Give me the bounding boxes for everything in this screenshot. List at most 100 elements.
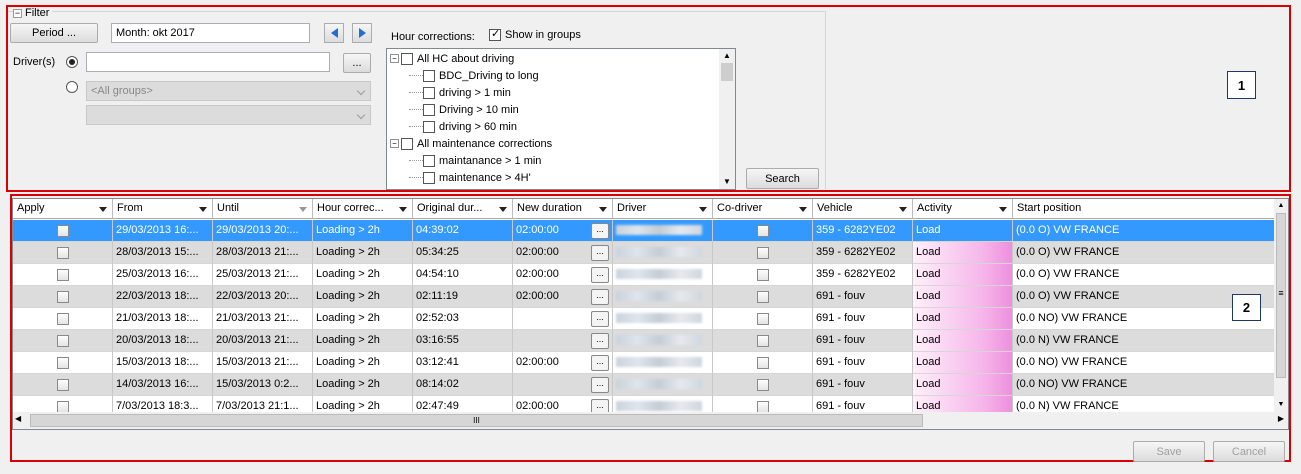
sort-dropdown-icon[interactable] bbox=[699, 207, 707, 212]
scroll-left-icon[interactable]: ◀ bbox=[15, 414, 21, 423]
tree-node-checkbox[interactable] bbox=[423, 86, 435, 99]
search-button[interactable]: Search bbox=[746, 168, 819, 189]
tree-node[interactable]: − All HC about driving bbox=[390, 50, 514, 67]
column-header[interactable]: Start position bbox=[1013, 199, 1275, 219]
scroll-down-icon[interactable]: ▼ bbox=[719, 175, 735, 189]
column-header[interactable]: Vehicle bbox=[813, 199, 913, 219]
scroll-up-icon[interactable]: ▲ bbox=[719, 49, 735, 63]
grid-horizontal-scrollbar[interactable]: ◀ III ▶ bbox=[13, 412, 1288, 429]
table-row[interactable]: 20/03/2013 18:... 20/03/2013 21:... Loadin… bbox=[13, 330, 1275, 352]
column-header[interactable]: Until bbox=[213, 199, 313, 219]
co-driver-checkbox[interactable] bbox=[756, 247, 769, 259]
column-header[interactable]: Original dur... bbox=[413, 199, 513, 219]
table-row[interactable]: 28/03/2013 15:... 28/03/2013 21:... Loadin… bbox=[13, 242, 1275, 264]
tree-vertical-scrollbar[interactable]: ▲ ▼ bbox=[719, 49, 735, 189]
grid-vscroll-thumb[interactable]: ≡ bbox=[1276, 213, 1286, 378]
group-radio[interactable] bbox=[66, 81, 78, 93]
tree-node[interactable]: driving > 1 min bbox=[409, 84, 511, 101]
sort-dropdown-icon[interactable] bbox=[99, 207, 107, 212]
driver-radio[interactable] bbox=[66, 56, 78, 68]
grid-hscroll-thumb[interactable]: III bbox=[30, 414, 923, 427]
apply-checkbox[interactable] bbox=[56, 379, 69, 391]
edit-duration-button[interactable]: ... bbox=[591, 355, 609, 371]
apply-checkbox[interactable] bbox=[56, 335, 69, 347]
tree-node-checkbox[interactable] bbox=[401, 137, 413, 150]
show-in-groups-toggle[interactable]: Show in groups bbox=[489, 27, 581, 41]
column-header[interactable]: From bbox=[113, 199, 213, 219]
tree-node[interactable]: Driving > 10 min bbox=[409, 101, 519, 118]
period-button[interactable]: Period ... bbox=[10, 23, 98, 43]
sort-dropdown-icon[interactable] bbox=[999, 207, 1007, 212]
column-header[interactable]: Hour correc... bbox=[313, 199, 413, 219]
table-row[interactable]: 15/03/2013 18:... 15/03/2013 21:... Loadin… bbox=[13, 352, 1275, 374]
tree-node-checkbox[interactable] bbox=[423, 120, 435, 133]
sort-dropdown-icon[interactable] bbox=[199, 207, 207, 212]
tree-node[interactable]: maintenance > 4H' bbox=[409, 169, 531, 186]
edit-duration-button[interactable]: ... bbox=[591, 333, 609, 349]
month-field[interactable]: Month: okt 2017 bbox=[111, 23, 310, 43]
tree-node[interactable]: − All maintenance corrections bbox=[390, 135, 552, 152]
tree-node[interactable]: driving > 60 min bbox=[409, 118, 517, 135]
hour-corrections-tree[interactable]: − All HC about driving BDC_Driving to long… bbox=[386, 48, 736, 190]
grid-vertical-scrollbar[interactable]: ▲ ≡ ▼ bbox=[1274, 199, 1288, 412]
save-button[interactable]: Save bbox=[1133, 441, 1205, 462]
edit-duration-button[interactable]: ... bbox=[591, 311, 609, 327]
scroll-down-icon[interactable]: ▼ bbox=[1274, 398, 1288, 412]
tree-collapse-icon[interactable]: − bbox=[390, 139, 399, 148]
column-header[interactable]: Activity bbox=[913, 199, 1013, 219]
apply-checkbox[interactable] bbox=[56, 291, 69, 303]
show-in-groups-checkbox[interactable] bbox=[489, 27, 501, 41]
edit-duration-button[interactable]: ... bbox=[591, 267, 609, 283]
co-driver-checkbox[interactable] bbox=[756, 313, 769, 325]
tree-node-checkbox[interactable] bbox=[401, 52, 413, 65]
sort-dropdown-icon[interactable] bbox=[299, 207, 307, 212]
table-row[interactable]: 21/03/2013 18:... 21/03/2013 21:... Loadin… bbox=[13, 308, 1275, 330]
apply-checkbox[interactable] bbox=[56, 225, 69, 237]
table-row[interactable]: 22/03/2013 18:... 22/03/2013 20:... Loadin… bbox=[13, 286, 1275, 308]
apply-checkbox[interactable] bbox=[56, 313, 69, 325]
column-header[interactable]: New duration bbox=[513, 199, 613, 219]
edit-duration-button[interactable]: ... bbox=[591, 289, 609, 305]
driver-browse-button[interactable]: ... bbox=[343, 53, 371, 73]
tree-node-checkbox[interactable] bbox=[423, 171, 435, 184]
sort-dropdown-icon[interactable] bbox=[899, 207, 907, 212]
tree-node[interactable]: maintanance > 1 min bbox=[409, 152, 541, 169]
co-driver-checkbox[interactable] bbox=[756, 269, 769, 281]
next-month-button[interactable] bbox=[352, 23, 372, 43]
column-header[interactable]: Driver bbox=[613, 199, 713, 219]
edit-duration-button[interactable]: ... bbox=[591, 245, 609, 261]
table-row[interactable]: 14/03/2013 16:... 15/03/2013 0:2... Loadin… bbox=[13, 374, 1275, 396]
co-driver-checkbox[interactable] bbox=[756, 379, 769, 391]
sort-dropdown-icon[interactable] bbox=[599, 207, 607, 212]
table-row[interactable]: 25/03/2013 16:... 25/03/2013 21:... Loadin… bbox=[13, 264, 1275, 286]
tree-node[interactable]: BDC_Driving to long bbox=[409, 67, 539, 84]
co-driver-checkbox[interactable] bbox=[756, 357, 769, 369]
cell-start: (0.0 NO) VW FRANCE bbox=[1013, 352, 1275, 374]
cancel-button[interactable]: Cancel bbox=[1213, 441, 1285, 462]
apply-checkbox[interactable] bbox=[56, 247, 69, 259]
scroll-up-icon[interactable]: ▲ bbox=[1274, 199, 1288, 213]
sort-dropdown-icon[interactable] bbox=[799, 207, 807, 212]
co-driver-checkbox[interactable] bbox=[756, 225, 769, 237]
column-header[interactable]: Co-driver bbox=[713, 199, 813, 219]
scroll-right-icon[interactable]: ▶ bbox=[1278, 414, 1284, 423]
table-row[interactable]: 29/03/2013 16:... 29/03/2013 20:... Loadin… bbox=[13, 220, 1275, 242]
apply-checkbox[interactable] bbox=[56, 357, 69, 369]
apply-checkbox[interactable] bbox=[56, 269, 69, 281]
tree-node-checkbox[interactable] bbox=[423, 154, 435, 167]
driver-input[interactable] bbox=[86, 52, 330, 72]
sort-dropdown-icon[interactable] bbox=[499, 207, 507, 212]
tree-node-checkbox[interactable] bbox=[423, 69, 435, 82]
column-header[interactable]: Apply bbox=[13, 199, 113, 219]
sort-dropdown-icon[interactable] bbox=[399, 207, 407, 212]
co-driver-checkbox[interactable] bbox=[756, 291, 769, 303]
tree-collapse-icon[interactable]: − bbox=[390, 54, 399, 63]
previous-month-button[interactable] bbox=[324, 23, 344, 43]
edit-duration-button[interactable]: ... bbox=[591, 377, 609, 393]
filter-collapse-toggle[interactable]: − Filter bbox=[13, 7, 53, 19]
edit-duration-button[interactable]: ... bbox=[591, 223, 609, 239]
hour-corrections-grid[interactable]: Apply From Until Hour correc... Original dur… bbox=[12, 198, 1289, 430]
tree-scroll-thumb[interactable] bbox=[721, 63, 733, 81]
co-driver-checkbox[interactable] bbox=[756, 335, 769, 347]
tree-node-checkbox[interactable] bbox=[423, 103, 435, 116]
